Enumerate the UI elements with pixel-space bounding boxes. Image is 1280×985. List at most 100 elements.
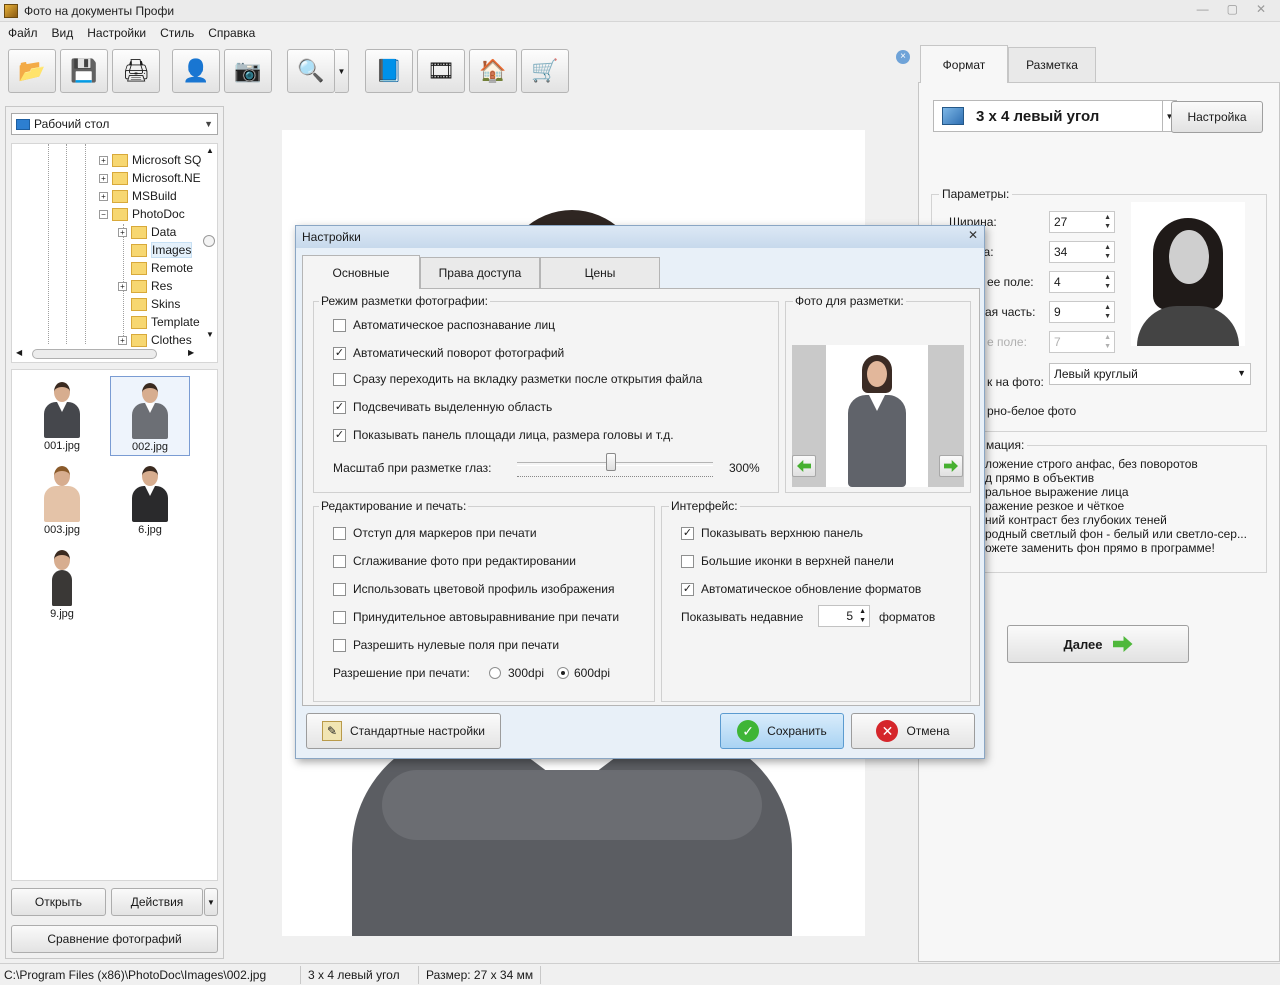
print-button[interactable]: 🖨 (112, 49, 160, 93)
top-margin-input[interactable]: 4 ▲ ▼ (1049, 271, 1115, 293)
scroll-right-icon[interactable]: ▶ (188, 348, 194, 357)
dpi-label: Разрешение при печати: (333, 666, 470, 680)
tab-markup[interactable]: Разметка (1008, 47, 1096, 82)
goto-markup-checkbox[interactable]: Сразу переходить на вкладку разметки пос… (333, 371, 702, 387)
actions-dropdown-button[interactable]: ▼ (204, 888, 218, 916)
face-panel-checkbox[interactable]: ✓ Показывать панель площади лица, размера… (333, 427, 674, 443)
cancel-icon: ✕ (876, 720, 899, 742)
dialog-body: Основные Права доступа Цены Режим размет… (302, 254, 980, 706)
scroll-down-icon[interactable]: ▼ (206, 330, 214, 339)
auto-rotate-checkbox[interactable]: ✓ Автоматический поворот фотографий (333, 345, 564, 361)
format-select[interactable]: 3 x 4 левый угол (933, 100, 1163, 132)
next-photo-button[interactable] (939, 455, 963, 477)
thumbnail-6[interactable]: 6.jpg (110, 460, 190, 540)
prev-photo-button[interactable] (792, 455, 816, 477)
minimize-button[interactable]: — (1197, 2, 1209, 16)
auto-align-checkbox[interactable]: Принудительное автовыравнивание при печа… (333, 609, 619, 625)
face-detection-checkbox[interactable]: Автоматическое распознавание лиц (333, 317, 555, 333)
dpi-600-radio[interactable]: 600dpi (557, 665, 610, 681)
zero-margins-checkbox[interactable]: Разрешить нулевые поля при печати (333, 637, 559, 653)
tree-item-msbuild[interactable]: + MSBuild (99, 187, 177, 205)
thumbnail-002[interactable]: 002.jpg (110, 376, 190, 456)
menu-help[interactable]: Справка (208, 26, 255, 40)
tree-item-microsoft-net[interactable]: + Microsoft.NE (99, 169, 201, 187)
tree-item-microsoft-sql[interactable]: + Microsoft SQ (99, 151, 201, 169)
show-top-panel-checkbox[interactable]: ✓ Показывать верхнюю панель (681, 525, 863, 541)
menu-file[interactable]: Файл (8, 26, 38, 40)
tree-item-data[interactable]: + Data (118, 223, 176, 241)
folder-icon (131, 315, 147, 329)
bw-photo-label[interactable]: рно-белое фото (987, 404, 1076, 418)
scroll-left-icon[interactable]: ◀ (16, 348, 22, 357)
maximize-button[interactable]: ▢ (1227, 2, 1238, 16)
user-button[interactable]: 👤 (172, 49, 220, 93)
tab-format[interactable]: Формат (920, 45, 1008, 83)
tab-access-rights[interactable]: Права доступа (420, 257, 540, 288)
thumbnail-001[interactable]: 001.jpg (22, 376, 102, 456)
cancel-button[interactable]: ✕ Отмена (851, 713, 975, 749)
scroll-up-icon[interactable]: ▲ (206, 146, 214, 155)
markup-photo-title: Фото для разметки: (793, 294, 906, 308)
defaults-button[interactable]: ✎ Стандартные настройки (306, 713, 501, 749)
video-button[interactable]: 🎞 (417, 49, 465, 93)
menu-view[interactable]: Вид (52, 26, 74, 40)
width-input[interactable]: 27 ▲ ▼ (1049, 211, 1115, 233)
tree-item-res[interactable]: + Res (118, 277, 172, 295)
thumbnail-photo (130, 466, 170, 522)
close-icon[interactable]: ✕ (966, 229, 980, 243)
cart-icon: 🛒 (531, 58, 559, 83)
recent-count-input[interactable]: 5 ▲ ▼ (818, 605, 870, 627)
tree-item-photodoc[interactable]: − PhotoDoc (99, 205, 185, 223)
arrow-right-icon (944, 460, 958, 472)
thumbnail-9[interactable]: 9.jpg (22, 544, 102, 624)
folder-select[interactable]: Рабочий стол ▼ (11, 113, 218, 135)
close-window-button[interactable]: ✕ (1256, 2, 1266, 16)
auto-update-formats-checkbox[interactable]: ✓ Автоматическое обновление форматов (681, 581, 921, 597)
dpi-300-radio[interactable]: 300dpi (489, 665, 544, 681)
tab-main[interactable]: Основные (302, 255, 420, 289)
home-button[interactable]: 🏠 (469, 49, 517, 93)
zoom-dropdown-button[interactable]: ▼ (335, 49, 349, 93)
color-profile-checkbox[interactable]: Использовать цветовой профиль изображени… (333, 581, 614, 597)
format-icon (942, 107, 964, 125)
open-folder-button[interactable]: 📂 (8, 49, 56, 93)
scrollbar-thumb[interactable] (32, 349, 157, 359)
chevron-down-icon: ▼ (204, 119, 213, 129)
tree-item-template[interactable]: Template (131, 313, 200, 331)
thumbnail-003[interactable]: 003.jpg (22, 460, 102, 540)
tree-scroll-handle[interactable] (203, 235, 215, 247)
close-toolbar-icon[interactable]: × (896, 50, 910, 64)
next-button[interactable]: Далее (1007, 625, 1189, 663)
highlight-area-checkbox[interactable]: ✓ Подсвечивать выделенную область (333, 399, 552, 415)
save-button[interactable]: 💾 (60, 49, 108, 93)
zoom-photo-icon: 🔍 (297, 58, 325, 83)
camera-button[interactable]: 📷 (224, 49, 272, 93)
save-settings-button[interactable]: ✓ Сохранить (720, 713, 844, 749)
help-button[interactable]: 📘 (365, 49, 413, 93)
big-icons-checkbox[interactable]: Большие иконки в верхней панели (681, 553, 894, 569)
corner-select[interactable]: Левый круглый ▼ (1049, 363, 1251, 385)
cart-button[interactable]: 🛒 (521, 49, 569, 93)
status-divider (418, 966, 419, 984)
folder-icon (112, 153, 128, 167)
marker-indent-checkbox[interactable]: Отступ для маркеров при печати (333, 525, 537, 541)
tab-prices[interactable]: Цены (540, 257, 660, 288)
tree-item-images[interactable]: Images (131, 241, 193, 259)
folder-icon (131, 261, 147, 275)
height-input[interactable]: 34 ▲ ▼ (1049, 241, 1115, 263)
tree-item-remote[interactable]: Remote (131, 259, 193, 277)
menu-settings[interactable]: Настройки (87, 26, 146, 40)
tree-item-skins[interactable]: Skins (131, 295, 180, 313)
folder-icon (131, 297, 147, 311)
zoom-photo-button[interactable]: 🔍 (287, 49, 335, 93)
setup-button[interactable]: Настройка (1171, 101, 1263, 133)
open-button[interactable]: Открыть (11, 888, 106, 916)
bottom-margin-input[interactable]: 7 ▲ ▼ (1049, 331, 1115, 353)
eye-scale-slider-thumb[interactable] (606, 453, 617, 471)
face-part-input[interactable]: 9 ▲ ▼ (1049, 301, 1115, 323)
menu-style[interactable]: Стиль (160, 26, 194, 40)
compare-photos-button[interactable]: Сравнение фотографий (11, 925, 218, 953)
actions-button[interactable]: Действия (111, 888, 203, 916)
smoothing-checkbox[interactable]: Сглаживание фото при редактировании (333, 553, 576, 569)
tree-horizontal-scrollbar[interactable]: ◀ ▶ (12, 346, 205, 362)
